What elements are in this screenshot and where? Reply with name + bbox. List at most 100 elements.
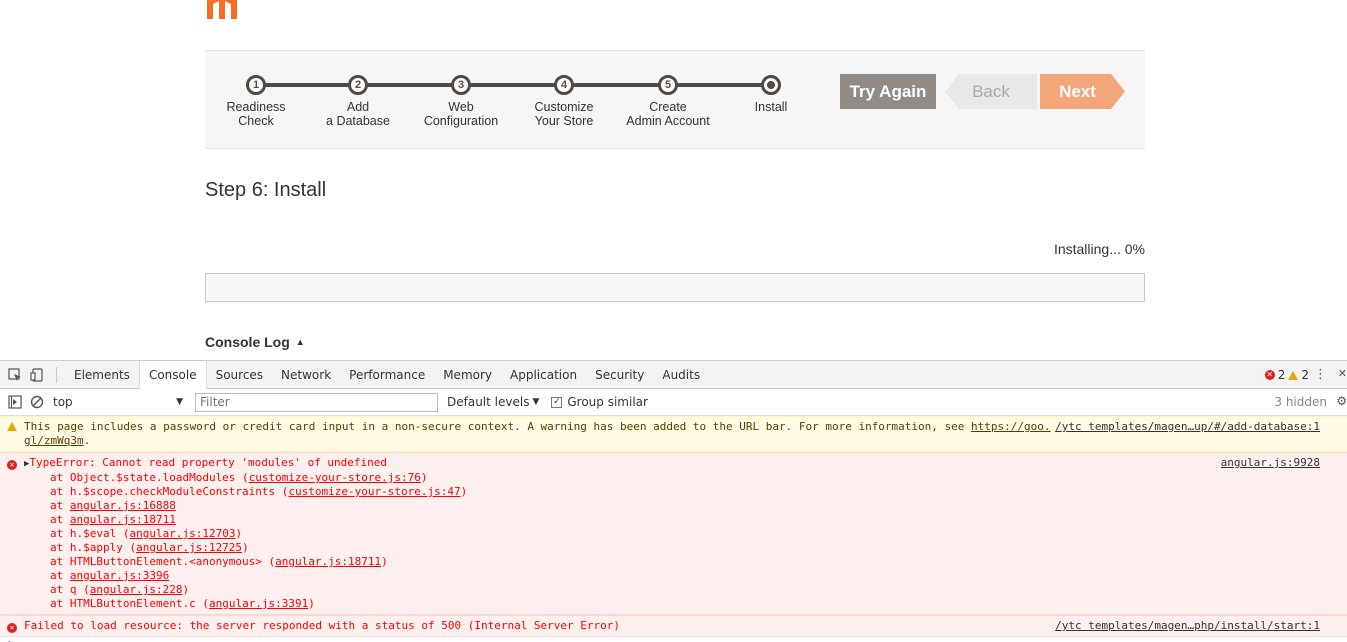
try-again-button[interactable]: Try Again — [840, 74, 936, 109]
prompt-chevron-icon: > — [8, 637, 15, 642]
wizard-step-readiness-check: 1 Readiness Check — [201, 75, 311, 128]
wizard-step-add-database: 2 Add a Database — [303, 75, 413, 128]
console-prompt[interactable]: > — [0, 637, 1347, 642]
stack-trace-line: at q (angular.js:228) — [24, 583, 1323, 597]
tab-network[interactable]: Network — [272, 361, 340, 389]
console-toolbar: top ▼ Default levels ▼ ✓ Group similar 3… — [0, 389, 1347, 416]
step-number: 4 — [554, 75, 574, 95]
warning-text: This page includes a password or credit … — [24, 420, 972, 433]
trace-text: at HTMLButtonElement.c ( — [50, 597, 209, 610]
step-label: Create Admin Account — [626, 100, 710, 128]
tab-elements[interactable]: Elements — [65, 361, 139, 389]
divider — [56, 366, 57, 383]
dropdown-arrow-icon: ▼ — [532, 397, 540, 407]
stack-trace: at Object.$state.loadModules (customize-… — [24, 471, 1323, 611]
stack-trace-line: at angular.js:3396 — [24, 569, 1323, 583]
warning-icon — [1288, 370, 1299, 380]
warning-count: 2 — [1301, 368, 1309, 382]
context-selector[interactable]: top ▼ — [50, 392, 186, 412]
wizard-step-create-admin: 5 Create Admin Account — [613, 75, 723, 128]
tab-console[interactable]: Console — [138, 360, 207, 389]
error-count: 2 — [1277, 368, 1286, 382]
tab-sources[interactable]: Sources — [207, 361, 272, 389]
more-options-icon[interactable]: ⋮ — [1314, 367, 1327, 382]
stack-trace-line: at h.$eval (angular.js:12703) — [24, 527, 1323, 541]
warning-link[interactable]: https://goo. — [971, 420, 1050, 433]
trace-text: at HTMLButtonElement.<anonymous> ( — [50, 555, 276, 568]
warning-tail: . — [83, 434, 91, 447]
context-value: top — [53, 395, 73, 409]
trace-text: at h.$scope.checkModuleConstraints ( — [50, 485, 289, 498]
trace-source-link[interactable]: angular.js:16888 — [70, 499, 176, 512]
clear-console-icon[interactable] — [30, 395, 44, 409]
trace-text: at h.$eval ( — [50, 527, 130, 540]
inspect-element-icon[interactable] — [8, 367, 22, 382]
trace-source-link[interactable]: angular.js:12703 — [129, 527, 235, 540]
next-button[interactable]: Next — [1040, 74, 1125, 109]
step-current-marker — [761, 75, 781, 95]
tab-security[interactable]: Security — [586, 361, 653, 389]
log-levels-dropdown[interactable]: Default levels ▼ — [447, 395, 539, 409]
step-label: Web Configuration — [423, 100, 499, 128]
close-icon[interactable]: ✕ — [1338, 367, 1347, 380]
stack-trace-line: at Object.$state.loadModules (customize-… — [24, 471, 1323, 485]
settings-gear-icon[interactable]: ⚙ — [1336, 394, 1347, 408]
group-similar-toggle[interactable]: ✓ Group similar — [551, 395, 648, 409]
error-text: Failed to load resource: the server resp… — [24, 619, 621, 632]
sidebar-toggle-icon[interactable] — [8, 395, 22, 409]
step-label: Customize Your Store — [534, 100, 594, 128]
dropdown-arrow-icon: ▼ — [176, 397, 183, 407]
console-warning-message: This page includes a password or credit … — [0, 416, 1347, 452]
issue-counts[interactable]: ✕ 2 2 — [1264, 368, 1309, 382]
console-error-message: ✕ ▶TypeError: Cannot read property 'modu… — [0, 452, 1347, 615]
stack-trace-line: at angular.js:18711 — [24, 513, 1323, 527]
step-number: 2 — [348, 75, 368, 95]
install-progress-bar — [205, 273, 1145, 302]
trace-source-link[interactable]: angular.js:228 — [90, 583, 183, 596]
step-number: 3 — [451, 75, 471, 95]
error-icon: ✕ — [7, 620, 17, 634]
trace-text: ) — [235, 527, 243, 540]
stack-trace-line: at angular.js:16888 — [24, 499, 1323, 513]
warning-source-link[interactable]: /ytc templates/magen…up/#/add-database:1 — [1055, 420, 1320, 434]
error-source-link[interactable]: angular.js:9928 — [1221, 456, 1320, 470]
console-log-toggle[interactable]: Console Log ▲ — [205, 334, 305, 350]
device-toolbar-icon[interactable] — [30, 367, 44, 382]
trace-source-link[interactable]: customize-your-store.js:47 — [288, 485, 460, 498]
error-title: TypeError: Cannot read property 'modules… — [29, 456, 388, 469]
magento-logo — [207, 0, 237, 19]
trace-source-link[interactable]: angular.js:18711 — [275, 555, 381, 568]
trace-text: at — [50, 499, 70, 512]
hidden-messages-count: 3 hidden — [1274, 395, 1327, 409]
trace-text: at — [50, 569, 70, 582]
console-filter-input[interactable] — [195, 392, 438, 412]
trace-source-link[interactable]: angular.js:3396 — [70, 569, 169, 582]
stack-trace-line: at h.$scope.checkModuleConstraints (cust… — [24, 485, 1323, 499]
devtools-tab-bar: Elements Console Sources Network Perform… — [0, 360, 1347, 389]
trace-source-link[interactable]: angular.js:3391 — [209, 597, 308, 610]
trace-text: ) — [242, 541, 249, 554]
tab-audits[interactable]: Audits — [653, 361, 709, 389]
wizard-step-web-configuration: 3 Web Configuration — [406, 75, 516, 128]
trace-source-link[interactable]: angular.js:18711 — [70, 513, 176, 526]
trace-text: ) — [182, 583, 190, 596]
install-status-text: Installing... 0% — [1053, 241, 1145, 257]
tab-performance[interactable]: Performance — [340, 361, 434, 389]
back-button[interactable]: Back — [945, 74, 1037, 109]
trace-text: at — [50, 513, 70, 526]
tab-application[interactable]: Application — [501, 361, 586, 389]
stack-trace-line: at h.$apply (angular.js:12725) — [24, 541, 1323, 555]
trace-source-link[interactable]: angular.js:12725 — [136, 541, 242, 554]
tab-memory[interactable]: Memory — [434, 361, 501, 389]
levels-label: Default levels — [447, 395, 530, 409]
checkbox-checked-icon[interactable]: ✓ — [551, 396, 563, 408]
console-log-label: Console Log — [205, 334, 290, 350]
error-source-link[interactable]: /ytc templates/magen…php/install/start:1 — [1055, 619, 1320, 633]
page-title: Step 6: Install — [205, 179, 327, 201]
trace-source-link[interactable]: customize-your-store.js:76 — [249, 471, 421, 484]
step-label: Add a Database — [326, 100, 390, 128]
group-similar-label: Group similar — [567, 395, 648, 409]
warning-link-continued[interactable]: gl/zmWq3m — [24, 434, 84, 447]
step-label: Readiness Check — [226, 100, 286, 128]
error-header[interactable]: ▶TypeError: Cannot read property 'module… — [24, 456, 1323, 471]
